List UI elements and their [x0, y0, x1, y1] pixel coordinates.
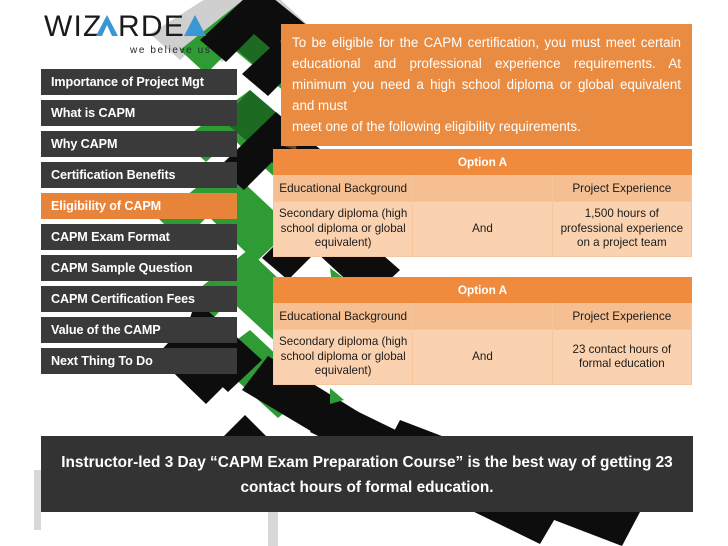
sidebar-item-capm-certification-fees[interactable]: CAPM Certification Fees	[41, 286, 237, 312]
sidebar-item-label: CAPM Exam Format	[51, 230, 170, 244]
sidebar-item-capm-exam-format[interactable]: CAPM Exam Format	[41, 224, 237, 250]
table-title: Option A	[273, 277, 692, 303]
column-header-spacer	[412, 302, 553, 330]
table-row: Secondary diploma (high school diploma o…	[272, 201, 693, 257]
sidebar-item-next-thing-to-do[interactable]: Next Thing To Do	[41, 348, 237, 374]
sidebar-item-label: CAPM Certification Fees	[51, 292, 195, 306]
intro-text-justified: To be eligible for the CAPM certificatio…	[292, 35, 681, 113]
sidebar-item-label: Certification Benefits	[51, 168, 176, 182]
sidebar-item-capm-sample-question[interactable]: CAPM Sample Question	[41, 255, 237, 281]
slide: WIZ RDE we believe us Importance of Proj…	[0, 0, 728, 546]
sidebar-item-label: What is CAPM	[51, 106, 136, 120]
sidebar-item-eligibility-of-capm[interactable]: Eligibility of CAPM	[41, 193, 237, 219]
sidebar-item-label: Eligibility of CAPM	[51, 199, 162, 213]
intro-paragraph: To be eligible for the CAPM certificatio…	[281, 24, 692, 146]
sidebar-item-why-capm[interactable]: Why CAPM	[41, 131, 237, 157]
table-header-row: Educational Background Project Experienc…	[272, 174, 693, 202]
brand-logo: WIZ RDE we believe us	[44, 6, 244, 58]
sidebar-item-value-of-the-camp[interactable]: Value of the CAMP	[41, 317, 237, 343]
brand-chevron-a2-icon	[184, 15, 206, 36]
sidebar-item-label: Importance of Project Mgt	[51, 75, 204, 89]
sidebar-item-importance-of-project-mgt[interactable]: Importance of Project Mgt	[41, 69, 237, 95]
sidebar-item-label: Why CAPM	[51, 137, 118, 151]
column-header-educational-background: Educational Background	[272, 174, 414, 202]
table-row: Secondary diploma (high school diploma o…	[272, 329, 693, 385]
table-title-row: Option A	[273, 149, 692, 175]
cell-educational-background: Secondary diploma (high school diploma o…	[272, 329, 414, 385]
column-header-spacer	[412, 174, 553, 202]
sidebar-item-what-is-capm[interactable]: What is CAPM	[41, 100, 237, 126]
sidebar-item-label: Next Thing To Do	[51, 354, 153, 368]
footer-banner: Instructor-led 3 Day “CAPM Exam Preparat…	[41, 436, 693, 512]
table-header-row: Educational Background Project Experienc…	[272, 302, 693, 330]
brand-wordmark-left: WIZ	[44, 10, 103, 43]
footer-text: Instructor-led 3 Day “CAPM Exam Preparat…	[61, 454, 673, 496]
eligibility-table-2: Option A Educational Background Project …	[272, 277, 693, 385]
intro-text-last-line: meet one of the following eligibility re…	[292, 119, 581, 134]
column-header-educational-background: Educational Background	[272, 302, 414, 330]
table-title-row: Option A	[273, 277, 692, 303]
cell-project-experience: 23 contact hours of formal education	[551, 329, 693, 385]
sidebar-item-certification-benefits[interactable]: Certification Benefits	[41, 162, 237, 188]
brand-tagline: we believe us	[129, 45, 211, 56]
table-title: Option A	[273, 149, 692, 175]
brand-wordmark-right: RDE	[118, 10, 185, 43]
sidebar-item-label: CAPM Sample Question	[51, 261, 193, 275]
column-header-project-experience: Project Experience	[551, 302, 693, 330]
sidebar-item-label: Value of the CAMP	[51, 323, 161, 337]
column-header-project-experience: Project Experience	[551, 174, 693, 202]
sidebar-nav: Importance of Project Mgt What is CAPM W…	[41, 69, 237, 379]
cell-project-experience: 1,500 hours of professional experience o…	[551, 201, 693, 257]
brand-logo-svg: WIZ RDE we believe us	[44, 10, 211, 56]
cell-conjunction: And	[412, 329, 553, 385]
eligibility-table-1: Option A Educational Background Project …	[272, 149, 693, 257]
cell-conjunction: And	[412, 201, 553, 257]
cell-educational-background: Secondary diploma (high school diploma o…	[272, 201, 414, 257]
